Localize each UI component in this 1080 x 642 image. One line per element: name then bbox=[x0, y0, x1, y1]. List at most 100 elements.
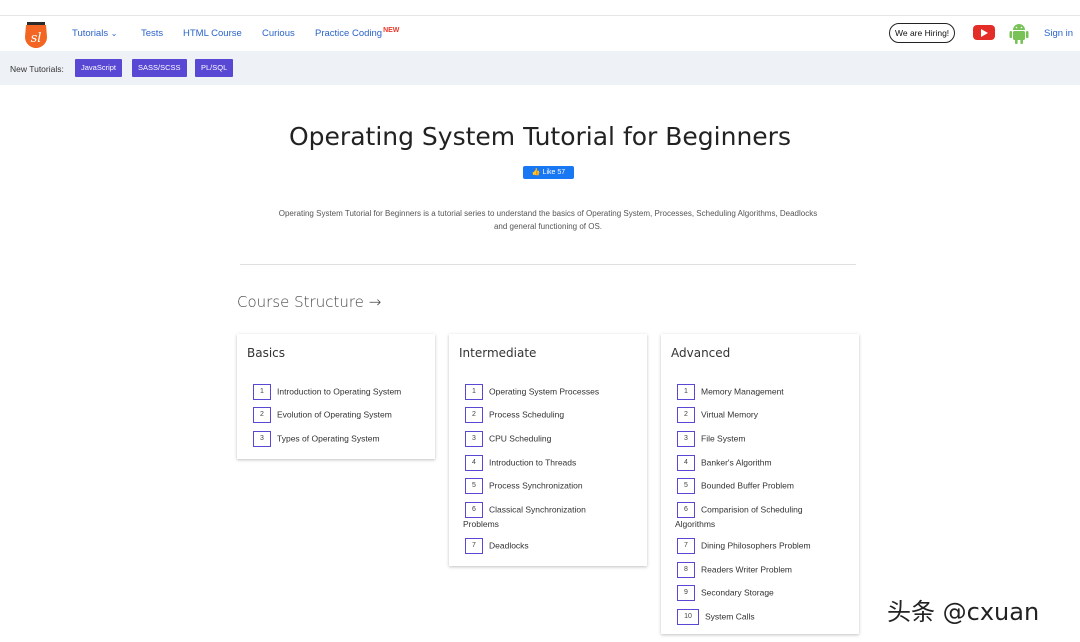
list-item[interactable]: 2 Evolution of Operating System bbox=[253, 407, 431, 423]
list-item[interactable]: 7 Deadlocks bbox=[465, 538, 643, 554]
divider bbox=[240, 264, 856, 265]
course-structure-heading: Course Structure → bbox=[237, 293, 382, 311]
page-description: Operating System Tutorial for Beginners … bbox=[236, 207, 860, 233]
nav-practice-coding-label: Practice Coding bbox=[315, 28, 383, 39]
item-number: 2 bbox=[677, 407, 695, 423]
chip-javascript[interactable]: JavaScript bbox=[75, 59, 123, 77]
android-icon[interactable] bbox=[1009, 22, 1029, 44]
item-number: 5 bbox=[465, 478, 483, 494]
description-line-1: Operating System Tutorial for Beginners … bbox=[278, 209, 818, 218]
item-number: 8 bbox=[677, 562, 695, 578]
item-label: Dining Philosophers Problem bbox=[701, 540, 811, 551]
item-number: 1 bbox=[677, 384, 695, 400]
chip-sass-scss[interactable]: SASS/SCSS bbox=[132, 59, 187, 77]
list-item[interactable]: 7 Dining Philosophers Problem bbox=[677, 538, 855, 554]
item-label: Types of Operating System bbox=[277, 433, 380, 444]
item-number: 7 bbox=[465, 538, 483, 554]
description-line-2: and general functioning of OS. bbox=[493, 222, 603, 231]
item-label: Evolution of Operating System bbox=[277, 409, 392, 420]
item-number: 9 bbox=[677, 585, 695, 601]
list-item[interactable]: 5 Bounded Buffer Problem bbox=[677, 478, 855, 494]
card-title: Intermediate bbox=[459, 346, 537, 360]
item-label: CPU Scheduling bbox=[489, 433, 552, 444]
item-label: Banker's Algorithm bbox=[701, 457, 772, 468]
item-label: Secondary Storage bbox=[701, 587, 774, 598]
card-basics: Basics 1 Introduction to Operating System… bbox=[237, 334, 435, 459]
card-title: Basics bbox=[247, 346, 286, 360]
list-item[interactable]: 1 Operating System Processes bbox=[465, 384, 643, 400]
chevron-down-icon: ⌄ bbox=[110, 29, 118, 38]
like-label: Like 57 bbox=[542, 169, 566, 176]
list-item[interactable]: 6 Comparision of Scheduling Algorithms bbox=[675, 502, 855, 531]
new-tutorials-bar: New Tutorials: JavaScript SASS/SCSS PL/S… bbox=[0, 51, 1080, 85]
youtube-icon[interactable] bbox=[973, 25, 995, 40]
nav-curious[interactable]: Curious bbox=[262, 28, 295, 39]
item-number: 7 bbox=[677, 538, 695, 554]
list-item[interactable]: 3 File System bbox=[677, 431, 855, 447]
item-number: 2 bbox=[465, 407, 483, 423]
item-number: 4 bbox=[677, 455, 695, 471]
nav-tutorials-label: Tutorials bbox=[72, 28, 109, 39]
item-number: 3 bbox=[677, 431, 695, 447]
hiring-button[interactable]: We are Hiring! bbox=[889, 23, 956, 43]
new-badge: NEW bbox=[383, 27, 400, 34]
list-item[interactable]: 9 Secondary Storage bbox=[677, 585, 855, 601]
item-label: Classical Synchronization bbox=[489, 504, 586, 515]
list-item[interactable]: 5 Process Synchronization bbox=[465, 478, 643, 494]
nav-html-course[interactable]: HTML Course bbox=[183, 28, 242, 39]
item-label: Introduction to Operating System bbox=[277, 386, 402, 397]
list-item[interactable]: 8 Readers Writer Problem bbox=[677, 562, 855, 578]
svg-text:sl: sl bbox=[31, 31, 42, 46]
list-item[interactable]: 4 Introduction to Threads bbox=[465, 455, 643, 471]
watermark: 头条 @cxuan bbox=[887, 598, 1040, 626]
list-item[interactable]: 2 Virtual Memory bbox=[677, 407, 855, 423]
chip-plsql[interactable]: PL/SQL bbox=[195, 59, 234, 77]
item-number: 2 bbox=[253, 407, 271, 423]
item-number: 1 bbox=[253, 384, 271, 400]
like-button[interactable]: 👍 Like 57 bbox=[523, 166, 574, 179]
nav-practice-coding[interactable]: Practice CodingNEW bbox=[315, 27, 400, 39]
item-label: Comparision of Scheduling bbox=[701, 504, 803, 515]
page-title: Operating System Tutorial for Beginners bbox=[288, 122, 791, 151]
play-icon bbox=[981, 29, 988, 37]
item-number: 6 bbox=[677, 502, 695, 518]
list-item[interactable]: 10 System Calls bbox=[677, 609, 855, 625]
item-label-continued: Algorithms bbox=[675, 519, 716, 529]
top-navbar: sl Tutorials ⌄ Tests HTML Course Curious… bbox=[0, 15, 1080, 53]
item-number: 4 bbox=[465, 455, 483, 471]
list-item[interactable]: 3 Types of Operating System bbox=[253, 431, 431, 447]
item-number: 6 bbox=[465, 502, 483, 518]
list-item[interactable]: 2 Process Scheduling bbox=[465, 407, 643, 423]
item-number: 1 bbox=[465, 384, 483, 400]
new-tutorials-label: New Tutorials: bbox=[10, 64, 64, 74]
list-item[interactable]: 1 Memory Management bbox=[677, 384, 855, 400]
card-advanced: Advanced 1 Memory Management 2 Virtual Mem… bbox=[661, 334, 859, 634]
card-title: Advanced bbox=[671, 346, 731, 360]
item-label: Readers Writer Problem bbox=[701, 564, 793, 575]
item-label: Deadlocks bbox=[489, 540, 529, 551]
sign-in-link[interactable]: Sign in bbox=[1044, 28, 1073, 39]
list-item[interactable]: 6 Classical Synchronization Problems bbox=[463, 502, 643, 531]
nav-tutorials[interactable]: Tutorials ⌄ bbox=[72, 28, 117, 39]
item-label: Memory Management bbox=[701, 386, 784, 397]
item-label: Bounded Buffer Problem bbox=[701, 480, 794, 491]
item-number: 10 bbox=[677, 609, 699, 625]
list-item[interactable]: 1 Introduction to Operating System bbox=[253, 384, 431, 400]
item-label: Operating System Processes bbox=[489, 386, 600, 397]
list-item[interactable]: 3 CPU Scheduling bbox=[465, 431, 643, 447]
item-label: Virtual Memory bbox=[701, 409, 758, 420]
card-intermediate: Intermediate 1 Operating System Processes… bbox=[449, 334, 647, 566]
item-label-continued: Problems bbox=[463, 519, 499, 529]
item-label: Process Synchronization bbox=[489, 480, 583, 491]
list-item[interactable]: 4 Banker's Algorithm bbox=[677, 455, 855, 471]
item-label: File System bbox=[701, 433, 746, 444]
item-label: Introduction to Threads bbox=[489, 457, 577, 468]
item-label: Process Scheduling bbox=[489, 409, 565, 420]
nav-tests[interactable]: Tests bbox=[141, 28, 163, 39]
item-number: 3 bbox=[253, 431, 271, 447]
item-number: 3 bbox=[465, 431, 483, 447]
logo-icon[interactable]: sl bbox=[21, 19, 51, 49]
thumbs-up-icon: 👍 bbox=[531, 169, 541, 176]
item-label: System Calls bbox=[705, 611, 755, 622]
item-number: 5 bbox=[677, 478, 695, 494]
